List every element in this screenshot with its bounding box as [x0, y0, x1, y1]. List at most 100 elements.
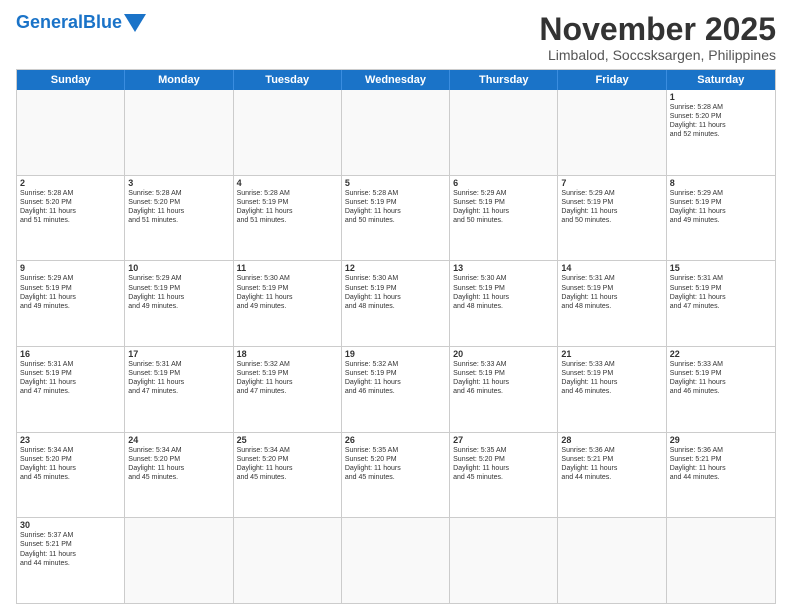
calendar-cell: 21Sunrise: 5:33 AM Sunset: 5:19 PM Dayli…	[558, 347, 666, 432]
weekday-header: Monday	[125, 70, 233, 90]
calendar-cell: 16Sunrise: 5:31 AM Sunset: 5:19 PM Dayli…	[17, 347, 125, 432]
cell-info: Sunrise: 5:33 AM Sunset: 5:19 PM Dayligh…	[561, 360, 662, 396]
cell-info: Sunrise: 5:29 AM Sunset: 5:19 PM Dayligh…	[670, 189, 772, 225]
day-number: 3	[128, 178, 229, 188]
cell-info: Sunrise: 5:30 AM Sunset: 5:19 PM Dayligh…	[345, 274, 446, 310]
cell-info: Sunrise: 5:31 AM Sunset: 5:19 PM Dayligh…	[670, 274, 772, 310]
calendar-cell: 2Sunrise: 5:28 AM Sunset: 5:20 PM Daylig…	[17, 176, 125, 261]
cell-info: Sunrise: 5:29 AM Sunset: 5:19 PM Dayligh…	[453, 189, 554, 225]
cell-info: Sunrise: 5:36 AM Sunset: 5:21 PM Dayligh…	[561, 446, 662, 482]
calendar-cell: 29Sunrise: 5:36 AM Sunset: 5:21 PM Dayli…	[667, 433, 775, 518]
calendar-cell: 14Sunrise: 5:31 AM Sunset: 5:19 PM Dayli…	[558, 261, 666, 346]
calendar-cell: 30Sunrise: 5:37 AM Sunset: 5:21 PM Dayli…	[17, 518, 125, 603]
day-number: 30	[20, 520, 121, 530]
weekday-header: Wednesday	[342, 70, 450, 90]
title-block: November 2025 Limbalod, Soccsksargen, Ph…	[539, 12, 776, 63]
cell-info: Sunrise: 5:28 AM Sunset: 5:20 PM Dayligh…	[128, 189, 229, 225]
day-number: 15	[670, 263, 772, 273]
logo-blue: Blue	[83, 12, 122, 32]
cell-info: Sunrise: 5:28 AM Sunset: 5:20 PM Dayligh…	[670, 103, 772, 139]
calendar-cell: 4Sunrise: 5:28 AM Sunset: 5:19 PM Daylig…	[234, 176, 342, 261]
calendar-cell: 20Sunrise: 5:33 AM Sunset: 5:19 PM Dayli…	[450, 347, 558, 432]
weekday-header: Thursday	[450, 70, 558, 90]
day-number: 25	[237, 435, 338, 445]
cell-info: Sunrise: 5:33 AM Sunset: 5:19 PM Dayligh…	[453, 360, 554, 396]
day-number: 7	[561, 178, 662, 188]
day-number: 26	[345, 435, 446, 445]
cell-info: Sunrise: 5:31 AM Sunset: 5:19 PM Dayligh…	[20, 360, 121, 396]
cell-info: Sunrise: 5:34 AM Sunset: 5:20 PM Dayligh…	[20, 446, 121, 482]
calendar-row: 30Sunrise: 5:37 AM Sunset: 5:21 PM Dayli…	[17, 518, 775, 603]
day-number: 8	[670, 178, 772, 188]
calendar-cell: 19Sunrise: 5:32 AM Sunset: 5:19 PM Dayli…	[342, 347, 450, 432]
cell-info: Sunrise: 5:28 AM Sunset: 5:19 PM Dayligh…	[237, 189, 338, 225]
calendar-cell: 7Sunrise: 5:29 AM Sunset: 5:19 PM Daylig…	[558, 176, 666, 261]
day-number: 17	[128, 349, 229, 359]
header: GeneralBlue November 2025 Limbalod, Socc…	[16, 12, 776, 63]
cell-info: Sunrise: 5:35 AM Sunset: 5:20 PM Dayligh…	[345, 446, 446, 482]
calendar-cell: 5Sunrise: 5:28 AM Sunset: 5:19 PM Daylig…	[342, 176, 450, 261]
weekday-header: Sunday	[17, 70, 125, 90]
day-number: 22	[670, 349, 772, 359]
cell-info: Sunrise: 5:33 AM Sunset: 5:19 PM Dayligh…	[670, 360, 772, 396]
calendar-cell: 3Sunrise: 5:28 AM Sunset: 5:20 PM Daylig…	[125, 176, 233, 261]
calendar-cell: 28Sunrise: 5:36 AM Sunset: 5:21 PM Dayli…	[558, 433, 666, 518]
calendar-cell: 27Sunrise: 5:35 AM Sunset: 5:20 PM Dayli…	[450, 433, 558, 518]
calendar-body: 1Sunrise: 5:28 AM Sunset: 5:20 PM Daylig…	[17, 90, 775, 603]
day-number: 16	[20, 349, 121, 359]
calendar: SundayMondayTuesdayWednesdayThursdayFrid…	[16, 69, 776, 604]
logo-text: GeneralBlue	[16, 13, 122, 31]
day-number: 20	[453, 349, 554, 359]
calendar-row: 1Sunrise: 5:28 AM Sunset: 5:20 PM Daylig…	[17, 90, 775, 176]
cell-info: Sunrise: 5:29 AM Sunset: 5:19 PM Dayligh…	[561, 189, 662, 225]
day-number: 28	[561, 435, 662, 445]
calendar-cell: 17Sunrise: 5:31 AM Sunset: 5:19 PM Dayli…	[125, 347, 233, 432]
calendar-cell: 1Sunrise: 5:28 AM Sunset: 5:20 PM Daylig…	[667, 90, 775, 175]
day-number: 27	[453, 435, 554, 445]
calendar-cell	[558, 518, 666, 603]
day-number: 1	[670, 92, 772, 102]
calendar-cell: 18Sunrise: 5:32 AM Sunset: 5:19 PM Dayli…	[234, 347, 342, 432]
calendar-cell: 26Sunrise: 5:35 AM Sunset: 5:20 PM Dayli…	[342, 433, 450, 518]
cell-info: Sunrise: 5:30 AM Sunset: 5:19 PM Dayligh…	[453, 274, 554, 310]
calendar-cell	[667, 518, 775, 603]
cell-info: Sunrise: 5:31 AM Sunset: 5:19 PM Dayligh…	[128, 360, 229, 396]
day-number: 13	[453, 263, 554, 273]
location: Limbalod, Soccsksargen, Philippines	[539, 47, 776, 63]
cell-info: Sunrise: 5:30 AM Sunset: 5:19 PM Dayligh…	[237, 274, 338, 310]
calendar-cell: 6Sunrise: 5:29 AM Sunset: 5:19 PM Daylig…	[450, 176, 558, 261]
calendar-cell: 11Sunrise: 5:30 AM Sunset: 5:19 PM Dayli…	[234, 261, 342, 346]
day-number: 18	[237, 349, 338, 359]
day-number: 4	[237, 178, 338, 188]
calendar-row: 9Sunrise: 5:29 AM Sunset: 5:19 PM Daylig…	[17, 261, 775, 347]
calendar-cell: 22Sunrise: 5:33 AM Sunset: 5:19 PM Dayli…	[667, 347, 775, 432]
calendar-cell: 12Sunrise: 5:30 AM Sunset: 5:19 PM Dayli…	[342, 261, 450, 346]
calendar-cell	[450, 518, 558, 603]
cell-info: Sunrise: 5:37 AM Sunset: 5:21 PM Dayligh…	[20, 531, 121, 567]
day-number: 9	[20, 263, 121, 273]
calendar-cell	[558, 90, 666, 175]
logo: GeneralBlue	[16, 12, 146, 32]
cell-info: Sunrise: 5:32 AM Sunset: 5:19 PM Dayligh…	[237, 360, 338, 396]
calendar-cell: 23Sunrise: 5:34 AM Sunset: 5:20 PM Dayli…	[17, 433, 125, 518]
cell-info: Sunrise: 5:34 AM Sunset: 5:20 PM Dayligh…	[128, 446, 229, 482]
month-year: November 2025	[539, 12, 776, 47]
cell-info: Sunrise: 5:31 AM Sunset: 5:19 PM Dayligh…	[561, 274, 662, 310]
day-number: 24	[128, 435, 229, 445]
cell-info: Sunrise: 5:28 AM Sunset: 5:19 PM Dayligh…	[345, 189, 446, 225]
day-number: 12	[345, 263, 446, 273]
cell-info: Sunrise: 5:29 AM Sunset: 5:19 PM Dayligh…	[20, 274, 121, 310]
weekday-header: Tuesday	[234, 70, 342, 90]
day-number: 29	[670, 435, 772, 445]
calendar-cell	[17, 90, 125, 175]
calendar-cell	[342, 518, 450, 603]
calendar-cell: 25Sunrise: 5:34 AM Sunset: 5:20 PM Dayli…	[234, 433, 342, 518]
weekday-header: Saturday	[667, 70, 775, 90]
logo-triangle-icon	[124, 14, 146, 32]
calendar-cell: 10Sunrise: 5:29 AM Sunset: 5:19 PM Dayli…	[125, 261, 233, 346]
calendar-cell	[125, 90, 233, 175]
cell-info: Sunrise: 5:34 AM Sunset: 5:20 PM Dayligh…	[237, 446, 338, 482]
logo-general: General	[16, 12, 83, 32]
calendar-cell: 13Sunrise: 5:30 AM Sunset: 5:19 PM Dayli…	[450, 261, 558, 346]
page: GeneralBlue November 2025 Limbalod, Socc…	[0, 0, 792, 612]
